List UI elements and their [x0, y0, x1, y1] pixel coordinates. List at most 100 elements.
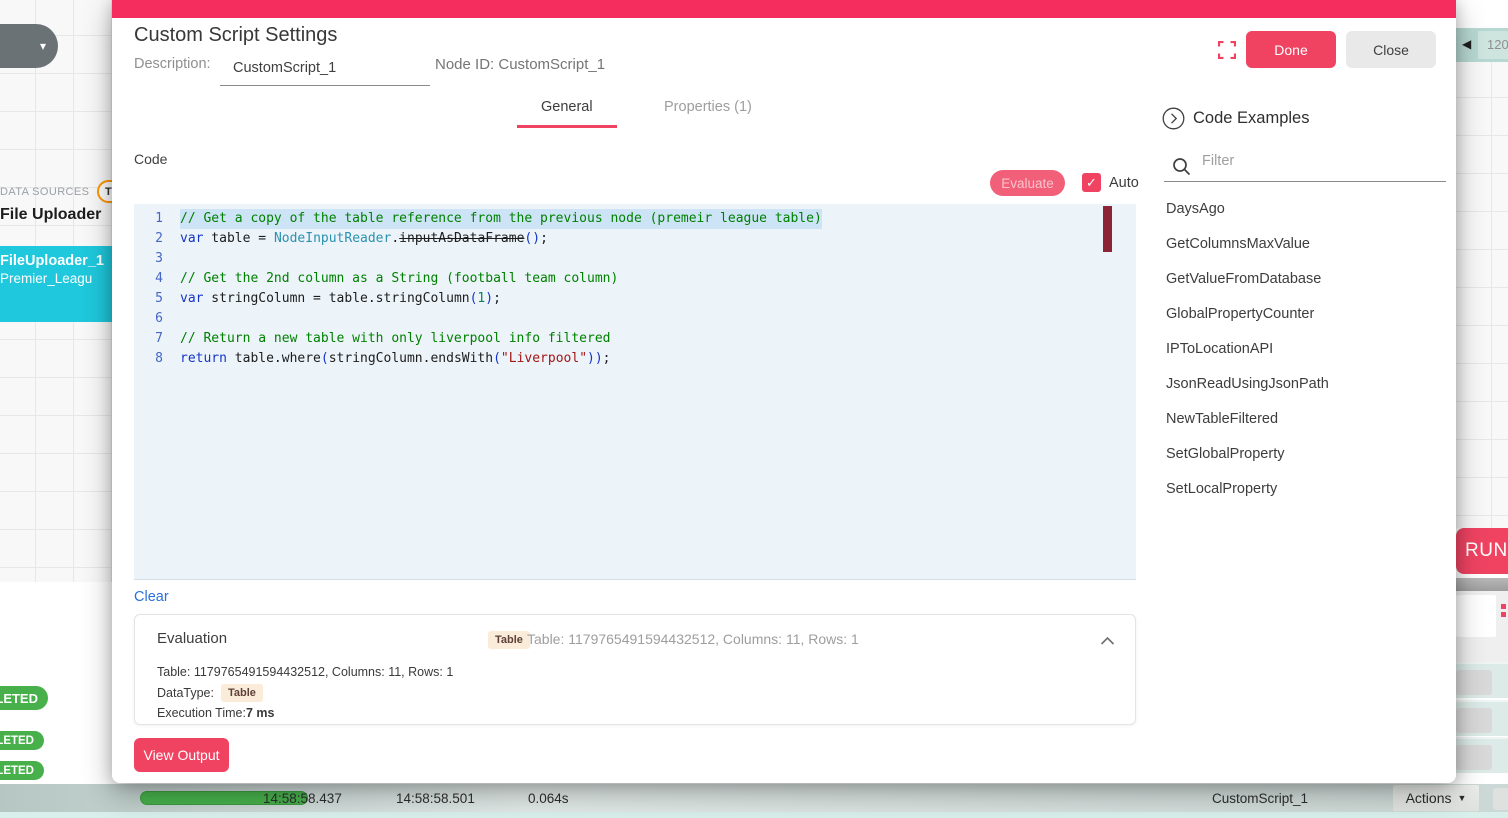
code-line[interactable]: 1// Get a copy of the table reference fr… [134, 209, 1136, 229]
chevron-down-icon: ▾ [40, 39, 46, 53]
code-example-item[interactable]: IPToLocationAPI [1166, 331, 1448, 366]
code-example-item[interactable]: NewTableFiltered [1166, 401, 1448, 436]
code-text: return table.where(stringColumn.endsWith… [180, 349, 611, 369]
code-examples-title: Code Examples [1193, 109, 1309, 128]
line-number: 7 [134, 329, 180, 349]
code-text: // Return a new table with only liverpoo… [180, 329, 610, 349]
auto-checkbox[interactable]: ✓ [1082, 173, 1101, 192]
code-line[interactable]: 5var stringColumn = table.stringColumn(1… [134, 289, 1136, 309]
canvas-toolbar-pill[interactable]: ▾ [0, 24, 58, 68]
code-line[interactable]: 3 [134, 249, 1136, 269]
bottom-edge-strip [0, 812, 1508, 818]
auto-checkbox-label: Auto [1109, 175, 1139, 191]
cut-button-fragment [1456, 670, 1492, 695]
collapse-left-icon[interactable]: ◀ [1462, 37, 1471, 51]
right-panel-card-fragment [1456, 595, 1496, 637]
filter-input[interactable] [1200, 152, 1444, 170]
line-number: 3 [134, 249, 180, 269]
panel-divider [1456, 578, 1508, 591]
code-text: var stringColumn = table.stringColumn(1)… [180, 289, 501, 309]
fullscreen-icon[interactable] [1218, 41, 1236, 64]
evaluation-card: Evaluation Table Table: 1179765491594432… [134, 614, 1136, 725]
cut-button-fragment [1456, 745, 1492, 770]
clear-link[interactable]: Clear [134, 589, 169, 605]
code-line[interactable]: 8return table.where(stringColumn.endsWit… [134, 349, 1136, 369]
accent-dot [1501, 612, 1506, 617]
code-example-item[interactable]: GetColumnsMaxValue [1166, 226, 1448, 261]
run-result-row[interactable]: 14:58:58.437 14:58:58.501 0.064s CustomS… [0, 784, 1508, 812]
editor-scrollbar-thumb[interactable] [1103, 206, 1112, 252]
table-type-badge: Table [488, 631, 530, 649]
node-title: FileUploader_1 [0, 253, 126, 269]
chevron-down-icon: ▼ [1458, 793, 1467, 803]
code-text: var table = NodeInputReader.inputAsDataF… [180, 229, 548, 249]
code-example-item[interactable]: DaysAgo [1166, 191, 1448, 226]
code-example-item[interactable]: SetLocalProperty [1166, 471, 1448, 506]
code-examples-list: DaysAgoGetColumnsMaxValueGetValueFromDat… [1166, 191, 1448, 506]
line-number: 2 [134, 229, 180, 249]
description-input[interactable] [220, 50, 430, 86]
node-id-label: Node ID: CustomScript_1 [435, 56, 605, 73]
row-node-name: CustomScript_1 [1212, 791, 1308, 806]
app-screen: ▾ DATA SOURCES TR File Uploader FileUplo… [0, 0, 1508, 818]
result-row-fragment[interactable] [1456, 737, 1508, 773]
code-text: // Get a copy of the table reference fro… [180, 209, 822, 229]
execution-time-row: Execution Time:7 ms [157, 706, 274, 720]
datatype-label: DataType: [157, 686, 214, 700]
accent-dot [1501, 604, 1506, 609]
zoom-control[interactable]: ◀ 120 [1456, 28, 1508, 62]
dialog-title: Custom Script Settings [134, 24, 337, 47]
view-output-button[interactable]: View Output [134, 738, 229, 772]
code-example-item[interactable]: JsonReadUsingJsonPath [1166, 366, 1448, 401]
line-number: 1 [134, 209, 180, 229]
code-line[interactable]: 4// Get the 2nd column as a String (foot… [134, 269, 1136, 289]
execution-time-label: Execution Time: [157, 706, 246, 720]
search-icon [1172, 157, 1191, 181]
file-uploader-node[interactable]: FileUploader_1 Premier_Leagu [0, 246, 126, 322]
result-row-fragment[interactable] [1456, 662, 1508, 698]
code-example-item[interactable]: SetGlobalProperty [1166, 436, 1448, 471]
result-row-fragment[interactable] [1456, 700, 1508, 736]
tab-properties[interactable]: Properties (1) [640, 99, 776, 125]
code-editor[interactable]: 1// Get a copy of the table reference fr… [134, 204, 1136, 580]
close-button[interactable]: Close [1346, 31, 1436, 68]
chevron-right-circle-icon[interactable] [1162, 107, 1185, 135]
status-badge: LETED [0, 731, 44, 750]
code-section-label: Code [134, 151, 167, 167]
datatype-badge: Table [221, 684, 263, 702]
data-sources-label: DATA SOURCES [0, 186, 89, 198]
line-number: 5 [134, 289, 180, 309]
collapse-chevron-icon[interactable] [1100, 632, 1115, 650]
actions-label: Actions [1406, 790, 1452, 806]
run-button[interactable]: RUN [1456, 528, 1508, 574]
tab-general[interactable]: General [517, 99, 617, 128]
code-line[interactable]: 6 [134, 309, 1136, 329]
code-text: // Get the 2nd column as a String (footb… [180, 269, 618, 289]
status-badge: PLETED [0, 686, 48, 710]
description-label: Description: [134, 56, 211, 72]
evaluation-table-detail: Table: 1179765491594432512, Columns: 11,… [157, 665, 453, 679]
filter-underline [1164, 181, 1446, 182]
code-line[interactable]: 7// Return a new table with only liverpo… [134, 329, 1136, 349]
evaluation-datatype-row: DataType: Table [157, 684, 263, 702]
cut-button-fragment [1493, 788, 1508, 810]
evaluation-title: Evaluation [157, 630, 227, 647]
code-example-item[interactable]: GetValueFromDatabase [1166, 261, 1448, 296]
code-example-item[interactable]: GlobalPropertyCounter [1166, 296, 1448, 331]
dialog-accent-bar [112, 0, 1456, 18]
code-line[interactable]: 2var table = NodeInputReader.inputAsData… [134, 229, 1136, 249]
custom-script-settings-dialog: Custom Script Settings Description: Node… [112, 0, 1456, 783]
workflow-canvas-right[interactable] [1456, 62, 1508, 528]
node-subtitle: Premier_Leagu [0, 271, 126, 286]
evaluate-button[interactable]: Evaluate [990, 170, 1065, 196]
done-button[interactable]: Done [1246, 31, 1336, 68]
end-time: 14:58:58.501 [396, 791, 475, 806]
cut-button-fragment [1456, 708, 1492, 733]
zoom-value: 120 [1487, 37, 1508, 52]
line-number: 4 [134, 269, 180, 289]
evaluation-summary: Table: 1179765491594432512, Columns: 11,… [527, 631, 859, 647]
start-time: 14:58:58.437 [263, 791, 342, 806]
status-badge: LETED [0, 761, 44, 780]
actions-dropdown-button[interactable]: Actions ▼ [1393, 785, 1479, 811]
line-number: 6 [134, 309, 180, 329]
